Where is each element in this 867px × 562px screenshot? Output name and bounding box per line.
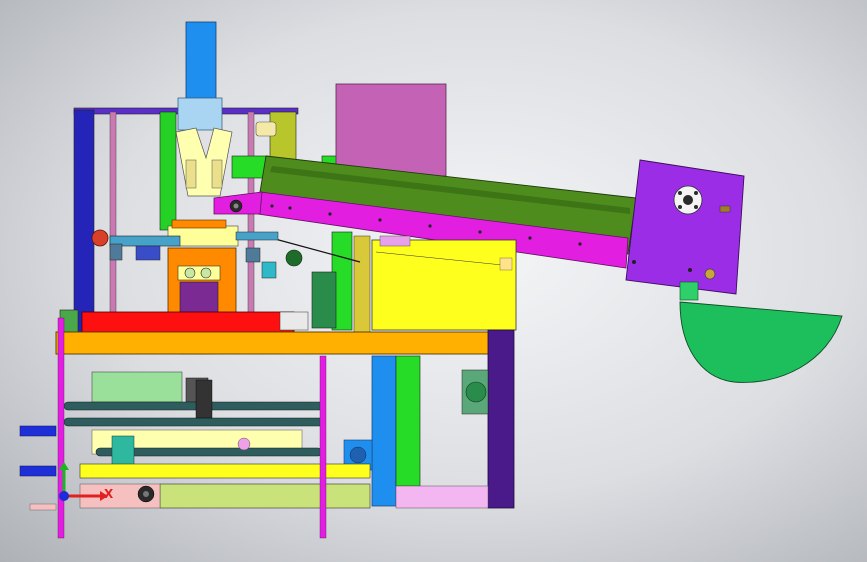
gear-sprocket <box>285 249 303 267</box>
right-linkage-arm <box>235 231 279 241</box>
main-orange-beam <box>55 331 491 355</box>
funnel-chute <box>175 127 233 197</box>
chute-slot-left <box>185 159 197 189</box>
roller-upper <box>63 401 325 411</box>
green-upright <box>395 355 421 487</box>
motor-terminal <box>719 205 731 213</box>
cad-viewport[interactable]: X <box>0 0 867 562</box>
belt-pulley-stack <box>311 271 337 329</box>
x-axis-label: X <box>104 487 114 501</box>
left-foot-upper <box>19 425 57 437</box>
collection-bin <box>679 301 843 383</box>
left-pink-rod <box>57 317 65 539</box>
machine-assembly-drawing[interactable]: X <box>0 0 867 562</box>
bin-bracket <box>679 281 699 301</box>
red-clamp-bar <box>81 311 295 333</box>
roller-middle <box>63 417 325 427</box>
base-plate <box>159 483 371 509</box>
chute-slot-right <box>211 159 223 189</box>
adjust-knob <box>255 121 277 137</box>
olive-support-post <box>353 235 371 333</box>
z-axis-dot <box>59 491 69 501</box>
yellow-base-strip <box>79 463 371 479</box>
left-frame-column <box>73 109 95 341</box>
blue-upright <box>371 355 397 507</box>
left-foot-lower <box>19 465 57 477</box>
right-pink-rod <box>319 355 327 539</box>
guide-rod-right <box>247 111 255 343</box>
motor-gland <box>704 268 716 280</box>
green-side-plate <box>159 111 177 231</box>
hopper-tube <box>185 21 217 101</box>
red-knob <box>91 229 109 247</box>
slider-window <box>177 265 221 281</box>
coupling-center <box>683 195 693 205</box>
right-frame-column <box>487 329 515 509</box>
drive-motor-housing <box>625 159 745 295</box>
pink-tank <box>335 83 447 177</box>
pulley-hub <box>233 203 239 209</box>
pink-spacer <box>379 235 411 247</box>
hopper-collar <box>177 97 223 131</box>
guide-rod-left <box>109 111 117 343</box>
yellow-housing <box>371 239 517 331</box>
slider-cap <box>171 219 227 229</box>
lower-green-plate <box>91 371 183 403</box>
pink-base-block <box>395 485 489 509</box>
